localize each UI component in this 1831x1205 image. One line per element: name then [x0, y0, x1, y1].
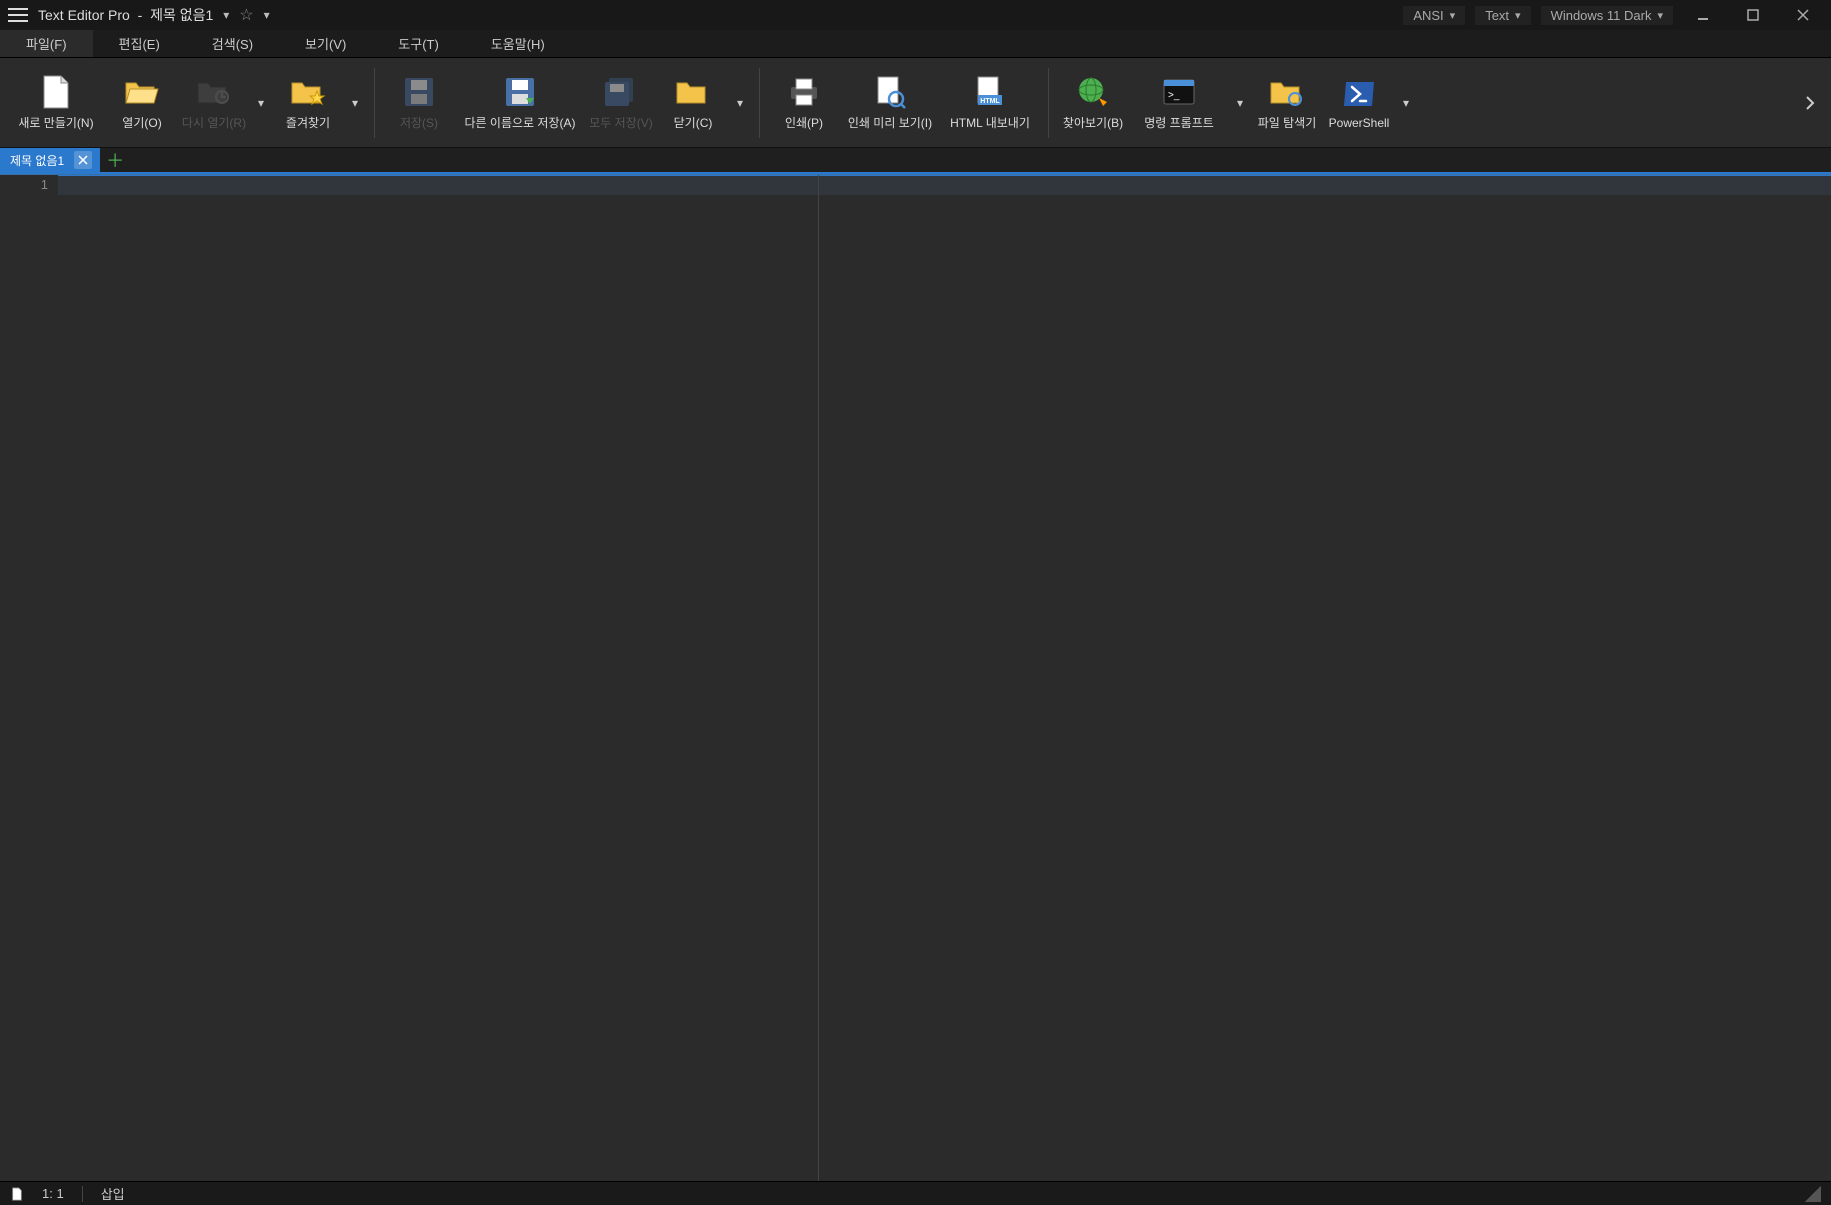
ribbon-toolbar: 새로 만들기(N) 열기(O) 다시 열기(R) ▾ 즐겨찾기 ▾: [0, 58, 1831, 148]
html-export-button[interactable]: HTML HTML 내보내기: [940, 63, 1040, 143]
minimize-button[interactable]: [1683, 1, 1723, 29]
right-margin-guide: [818, 175, 819, 1181]
status-cursor-position[interactable]: 1: 1: [42, 1186, 64, 1201]
menubar: 파일(F) 편집(E) 검색(S) 보기(V) 도구(T) 도움말(H): [0, 30, 1831, 58]
chevron-down-icon: ▾: [1403, 96, 1409, 110]
print-preview-button[interactable]: 인쇄 미리 보기(I): [840, 63, 940, 143]
chevron-down-icon: ▾: [1237, 96, 1243, 110]
save-all-button: 모두 저장(V): [585, 63, 657, 143]
resize-grip[interactable]: [1805, 1186, 1821, 1202]
terminal-icon: >_: [1161, 74, 1197, 110]
document-tab-label: 제목 없음1: [10, 152, 64, 169]
theme-selector[interactable]: Windows 11 Dark ▾: [1541, 6, 1673, 25]
menu-view[interactable]: 보기(V): [279, 30, 372, 57]
status-insert-mode[interactable]: 삽입: [101, 1184, 125, 1203]
close-button[interactable]: [1783, 1, 1823, 29]
chevron-down-icon: ▾: [352, 96, 358, 110]
chevron-right-icon: [1802, 95, 1818, 111]
save-as-button[interactable]: 다른 이름으로 저장(A): [455, 63, 585, 143]
print-preview-icon: [872, 74, 908, 110]
command-prompt-button[interactable]: >_ 명령 프롬프트: [1129, 63, 1229, 143]
chevron-down-icon: ▾: [1450, 9, 1456, 22]
save-all-icon: [603, 74, 639, 110]
ribbon-group-tools: 찾아보기(B) >_ 명령 프롬프트 ▾ 파일 탐색기 PowerShell ▾: [1057, 58, 1417, 147]
print-button[interactable]: 인쇄(P): [768, 63, 840, 143]
menu-help[interactable]: 도움말(H): [465, 30, 571, 57]
statusbar: 1: 1 삽입: [0, 1181, 1831, 1205]
ribbon-group-save: 저장(S) 다른 이름으로 저장(A) 모두 저장(V) 닫기(C) ▾: [383, 58, 751, 147]
close-file-button[interactable]: 닫기(C): [657, 63, 729, 143]
line-number: 1: [0, 177, 48, 192]
powershell-button[interactable]: PowerShell: [1323, 63, 1395, 143]
chevron-down-icon: ▾: [258, 96, 264, 110]
ribbon-overflow-button[interactable]: [1795, 95, 1825, 111]
menu-search[interactable]: 검색(S): [186, 30, 279, 57]
new-file-icon: [38, 74, 74, 110]
new-tab-button[interactable]: ＋: [100, 148, 130, 172]
app-title: Text Editor Pro - 제목 없음1: [38, 5, 213, 25]
menu-edit[interactable]: 편집(E): [93, 30, 186, 57]
text-editor[interactable]: [58, 175, 1831, 1181]
command-prompt-dropdown[interactable]: ▾: [1229, 63, 1251, 143]
printer-icon: [786, 74, 822, 110]
ribbon-separator: [759, 68, 760, 138]
close-dropdown[interactable]: ▾: [729, 63, 751, 143]
folder-close-icon: [675, 74, 711, 110]
open-file-button[interactable]: 열기(O): [106, 63, 178, 143]
powershell-icon: [1341, 76, 1377, 112]
theme-label: Windows 11 Dark: [1551, 8, 1652, 23]
powershell-dropdown[interactable]: ▾: [1395, 63, 1417, 143]
line-number-gutter: 1: [0, 175, 58, 1181]
current-line-highlight: [58, 175, 1831, 195]
reopen-button: 다시 열기(R): [178, 63, 250, 143]
file-explorer-button[interactable]: 파일 탐색기: [1251, 63, 1323, 143]
titlebar: Text Editor Pro - 제목 없음1 ▾ ☆ ▾ ANSI ▾ Te…: [0, 0, 1831, 30]
favorites-button[interactable]: 즐겨찾기: [272, 63, 344, 143]
save-icon: [401, 74, 437, 110]
ribbon-separator: [374, 68, 375, 138]
folder-reopen-icon: [196, 74, 232, 110]
folder-star-icon: [290, 74, 326, 110]
ribbon-group-print: 인쇄(P) 인쇄 미리 보기(I) HTML HTML 내보내기: [768, 58, 1040, 147]
close-icon: [78, 155, 88, 165]
ribbon-separator: [1048, 68, 1049, 138]
encoding-label: ANSI: [1413, 8, 1443, 23]
globe-icon: [1075, 74, 1111, 110]
status-document-indicator: [10, 1187, 24, 1201]
document-tab[interactable]: 제목 없음1: [0, 148, 100, 172]
save-button: 저장(S): [383, 63, 455, 143]
plus-icon: ＋: [106, 147, 124, 173]
new-file-button[interactable]: 새로 만들기(N): [6, 63, 106, 143]
document-tabbar: 제목 없음1 ＋: [0, 148, 1831, 174]
folder-open-icon: [124, 74, 160, 110]
highlighter-label: Text: [1485, 8, 1509, 23]
reopen-dropdown[interactable]: ▾: [250, 63, 272, 143]
status-separator: [82, 1186, 83, 1202]
title-dropdown-2[interactable]: ▾: [264, 8, 270, 22]
hamburger-menu-icon[interactable]: [8, 5, 28, 25]
svg-text:HTML: HTML: [980, 98, 1000, 105]
browse-button[interactable]: 찾아보기(B): [1057, 63, 1129, 143]
ribbon-group-file: 새로 만들기(N) 열기(O) 다시 열기(R) ▾ 즐겨찾기 ▾: [6, 58, 366, 147]
title-dropdown-1[interactable]: ▾: [223, 8, 229, 22]
favorite-star-icon[interactable]: ☆: [239, 5, 253, 25]
menu-file[interactable]: 파일(F): [0, 30, 93, 57]
svg-text:>_: >_: [1168, 90, 1180, 101]
highlighter-selector[interactable]: Text ▾: [1475, 6, 1530, 25]
document-icon: [10, 1187, 24, 1201]
chevron-down-icon: ▾: [1515, 9, 1521, 22]
chevron-down-icon: ▾: [737, 96, 743, 110]
chevron-down-icon: ▾: [1657, 9, 1663, 22]
editor-area: 1: [0, 174, 1831, 1181]
tab-close-button[interactable]: [74, 151, 92, 169]
favorites-dropdown[interactable]: ▾: [344, 63, 366, 143]
html-export-icon: HTML: [972, 74, 1008, 110]
save-as-icon: [502, 74, 538, 110]
folder-explorer-icon: [1269, 74, 1305, 110]
maximize-button[interactable]: [1733, 1, 1773, 29]
menu-tools[interactable]: 도구(T): [372, 30, 465, 57]
encoding-selector[interactable]: ANSI ▾: [1403, 6, 1465, 25]
